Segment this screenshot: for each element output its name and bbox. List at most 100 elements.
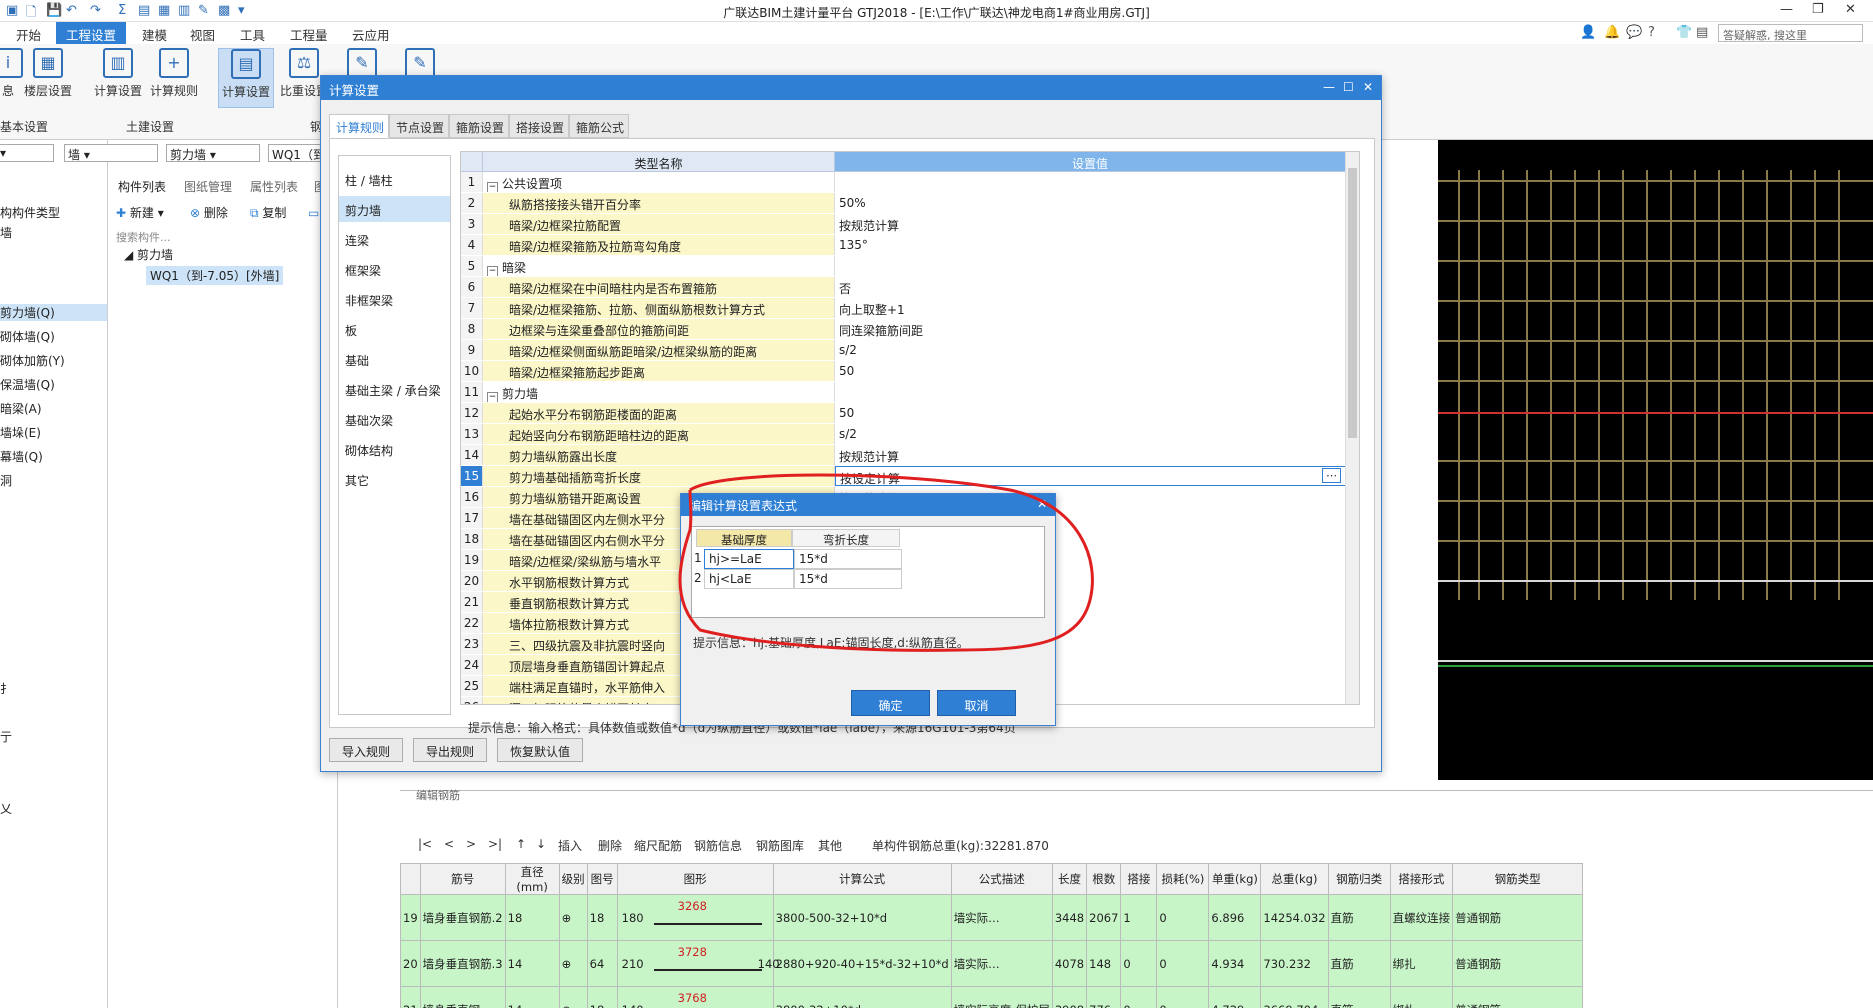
rebar-shape-cell[interactable]: 180 3268 <box>616 894 774 941</box>
category-item[interactable]: 连梁 <box>339 226 450 252</box>
settings-row[interactable]: 8 边框梁与连梁重叠部位的箍筋间距 同连梁箍筋间距 <box>461 319 1346 339</box>
rebar-cell-desc[interactable]: 墙实际… <box>950 894 1053 941</box>
category-item[interactable]: 非框架梁 <box>339 286 450 312</box>
rebar-cell-idx[interactable]: 19 <box>400 894 421 941</box>
calc-settings-civil-button[interactable]: ▥ 计算设置 <box>90 48 146 108</box>
rebar-cell-type[interactable]: 普通钢筋 <box>1452 986 1584 1008</box>
rebar-cell-cat[interactable]: 直筋 <box>1327 894 1391 941</box>
user-icon[interactable]: 👤 <box>1580 25 1596 40</box>
row-value[interactable]: 50 <box>835 403 1346 423</box>
ellipsis-button[interactable]: ⋯ <box>1322 468 1341 483</box>
tree-node[interactable]: 墙 <box>0 224 12 241</box>
row-value[interactable]: 同连梁箍筋间距 <box>835 319 1346 339</box>
tree-node[interactable]: 暗梁(A) <box>0 400 42 417</box>
rebar-cell-lapform[interactable]: 绑扎 <box>1389 940 1454 987</box>
rebar-cell-desc[interactable]: 墙实际… <box>950 940 1053 987</box>
copy-component-button[interactable]: ⧉ 复制 <box>250 204 286 221</box>
ok-button[interactable]: 确定 <box>851 690 930 716</box>
minimize-icon[interactable]: — <box>1780 2 1793 17</box>
insert-button[interactable]: 插入 <box>558 837 582 854</box>
rebar-cell-fig[interactable]: 18 <box>586 986 618 1008</box>
rebar-cell-len[interactable]: 3908 <box>1051 986 1088 1008</box>
rebar-cell-len[interactable]: 3448 <box>1051 894 1088 941</box>
rebar-info-button[interactable]: 钢筋信息 <box>694 837 742 854</box>
tree-node[interactable]: 砌体墙(Q) <box>0 328 55 345</box>
calc-rules-button[interactable]: + 计算规则 <box>146 48 202 108</box>
tree-node[interactable]: 保温墙(Q) <box>0 376 55 393</box>
rebar-cell-lap[interactable]: 0 <box>1120 986 1158 1008</box>
rebar-row[interactable]: 20 墙身垂直钢筋.3 14 ⊕ 64 210 3728 140 2880+920-40+15*… <box>400 940 1584 987</box>
row-value[interactable]: s/2 <box>835 424 1346 444</box>
tab-drawing-mgmt[interactable]: 图纸管理 <box>184 178 232 195</box>
row-value[interactable]: 50 <box>835 361 1346 381</box>
floor-settings-button[interactable]: ▦ 楼层设置 <box>20 48 76 108</box>
grid-scrollbar[interactable] <box>1345 152 1359 704</box>
rebar-cell-dia[interactable]: 14 <box>504 986 560 1008</box>
rebar-cell-unit[interactable]: 4.934 <box>1208 940 1262 987</box>
category-item[interactable]: 剪力墙 <box>339 196 450 222</box>
delete-row-button[interactable]: 删除 <box>598 837 622 854</box>
tab-calc-rules[interactable]: 计算规则 <box>329 114 389 138</box>
floor-select[interactable]: ▾ <box>0 144 54 162</box>
settings-row[interactable]: 14 剪力墙纵筋露出长度 按规范计算 <box>461 445 1346 465</box>
scale-rebar-button[interactable]: 缩尺配筋 <box>634 837 682 854</box>
rebar-library-button[interactable]: 钢筋图库 <box>756 837 804 854</box>
component-type-select[interactable]: 墙 ▾ <box>64 144 158 162</box>
settings-row[interactable]: 5− 暗梁 <box>461 256 1346 276</box>
collapse-icon[interactable]: − <box>487 392 498 402</box>
category-item[interactable]: 砌体结构 <box>339 436 450 462</box>
rebar-cell-unit[interactable]: 6.896 <box>1208 894 1262 941</box>
rebar-shape-cell[interactable]: 140 3768 <box>616 986 774 1008</box>
tree-node[interactable]: 构构件类型 <box>0 204 60 221</box>
rebar-cell-name[interactable]: 墙身垂直钢 <box>419 986 506 1008</box>
delete-component-button[interactable]: ⊗ 删除 <box>190 204 228 221</box>
expression-cell-value[interactable]: 15*d <box>794 549 902 569</box>
rebar-cell-formula[interactable]: 3800-500-32+10*d <box>772 894 952 941</box>
rebar-cell-grade[interactable]: ⊕ <box>558 986 588 1008</box>
help-icon[interactable]: ? <box>1648 25 1655 40</box>
rebar-shape-cell[interactable]: 210 3728 140 <box>616 940 780 987</box>
scroll-thumb[interactable] <box>1348 168 1357 438</box>
collapse-icon[interactable]: − <box>487 182 498 192</box>
row-value[interactable]: 向上取整+1 <box>835 298 1346 318</box>
last-button[interactable]: >| <box>488 837 502 851</box>
close-icon[interactable]: ✕ <box>1037 497 1047 511</box>
tree-node-shear-wall[interactable]: 剪力墙(Q) <box>0 304 107 321</box>
settings-row[interactable]: 7 暗梁/边框梁箍筋、拉筋、侧面纵筋根数计算方式 向上取整+1 <box>461 298 1346 318</box>
rebar-cell-count[interactable]: 148 <box>1086 940 1122 987</box>
collapse-icon[interactable]: − <box>487 266 498 276</box>
drawing-canvas[interactable] <box>1438 140 1873 780</box>
maximize-icon[interactable]: ☐ <box>1343 80 1354 94</box>
row-value[interactable] <box>835 382 1346 402</box>
settings-row[interactable]: 13 起始竖向分布钢筋距暗柱边的距离 s/2 <box>461 424 1346 444</box>
tree-node[interactable]: 幕墙(Q) <box>0 448 43 465</box>
settings-row[interactable]: 3 暗梁/边框梁拉筋配置 按规范计算 <box>461 214 1346 234</box>
move-down-button[interactable]: ↓ <box>536 837 546 851</box>
settings-row[interactable]: 6 暗梁/边框梁在中间暗柱内是否布置箍筋 否 <box>461 277 1346 297</box>
menu-project-settings[interactable]: 工程设置 <box>56 22 127 44</box>
menu-modeling[interactable]: 建模 <box>142 25 167 44</box>
row-value[interactable] <box>835 172 1346 192</box>
help-search-input[interactable]: 答疑解惑, 搜这里 <box>1718 24 1863 42</box>
export-rules-button[interactable]: 导出规则 <box>413 738 488 762</box>
category-item[interactable]: 基础主梁 / 承台梁 <box>339 376 450 402</box>
category-item[interactable]: 其它 <box>339 466 450 492</box>
rebar-cell-name[interactable]: 墙身垂直钢筋.3 <box>419 940 506 987</box>
tree-node[interactable]: 洞 <box>0 472 12 489</box>
rebar-cell-count[interactable]: 2067 <box>1086 894 1122 941</box>
expression-cell-cond[interactable]: hj>=LaE <box>704 549 794 569</box>
rebar-cell-type[interactable]: 普通钢筋 <box>1452 940 1584 987</box>
rebar-cell-dia[interactable]: 18 <box>504 894 560 941</box>
category-item[interactable]: 柱 / 墙柱 <box>339 166 450 192</box>
row-value[interactable]: 按设定计算 ⋯ <box>835 466 1346 486</box>
rebar-cell-name[interactable]: 墙身垂直钢筋.2 <box>419 894 506 941</box>
rebar-cell-idx[interactable]: 20 <box>400 940 421 987</box>
new-component-button[interactable]: ✚ 新建 ▾ <box>116 204 164 221</box>
component-search-input[interactable]: 搜索构件... <box>116 229 171 245</box>
first-button[interactable]: |< <box>418 837 432 851</box>
rebar-cell-count[interactable]: 776 <box>1086 986 1122 1008</box>
tree-node[interactable]: 墙垛(E) <box>0 424 41 441</box>
settings-row[interactable]: 12 起始水平分布钢筋距楼面的距离 50 <box>461 403 1346 423</box>
settings-row[interactable]: 1− 公共设置项 <box>461 172 1346 192</box>
settings-row[interactable]: 2 纵筋搭接接头错开百分率 50% <box>461 193 1346 213</box>
